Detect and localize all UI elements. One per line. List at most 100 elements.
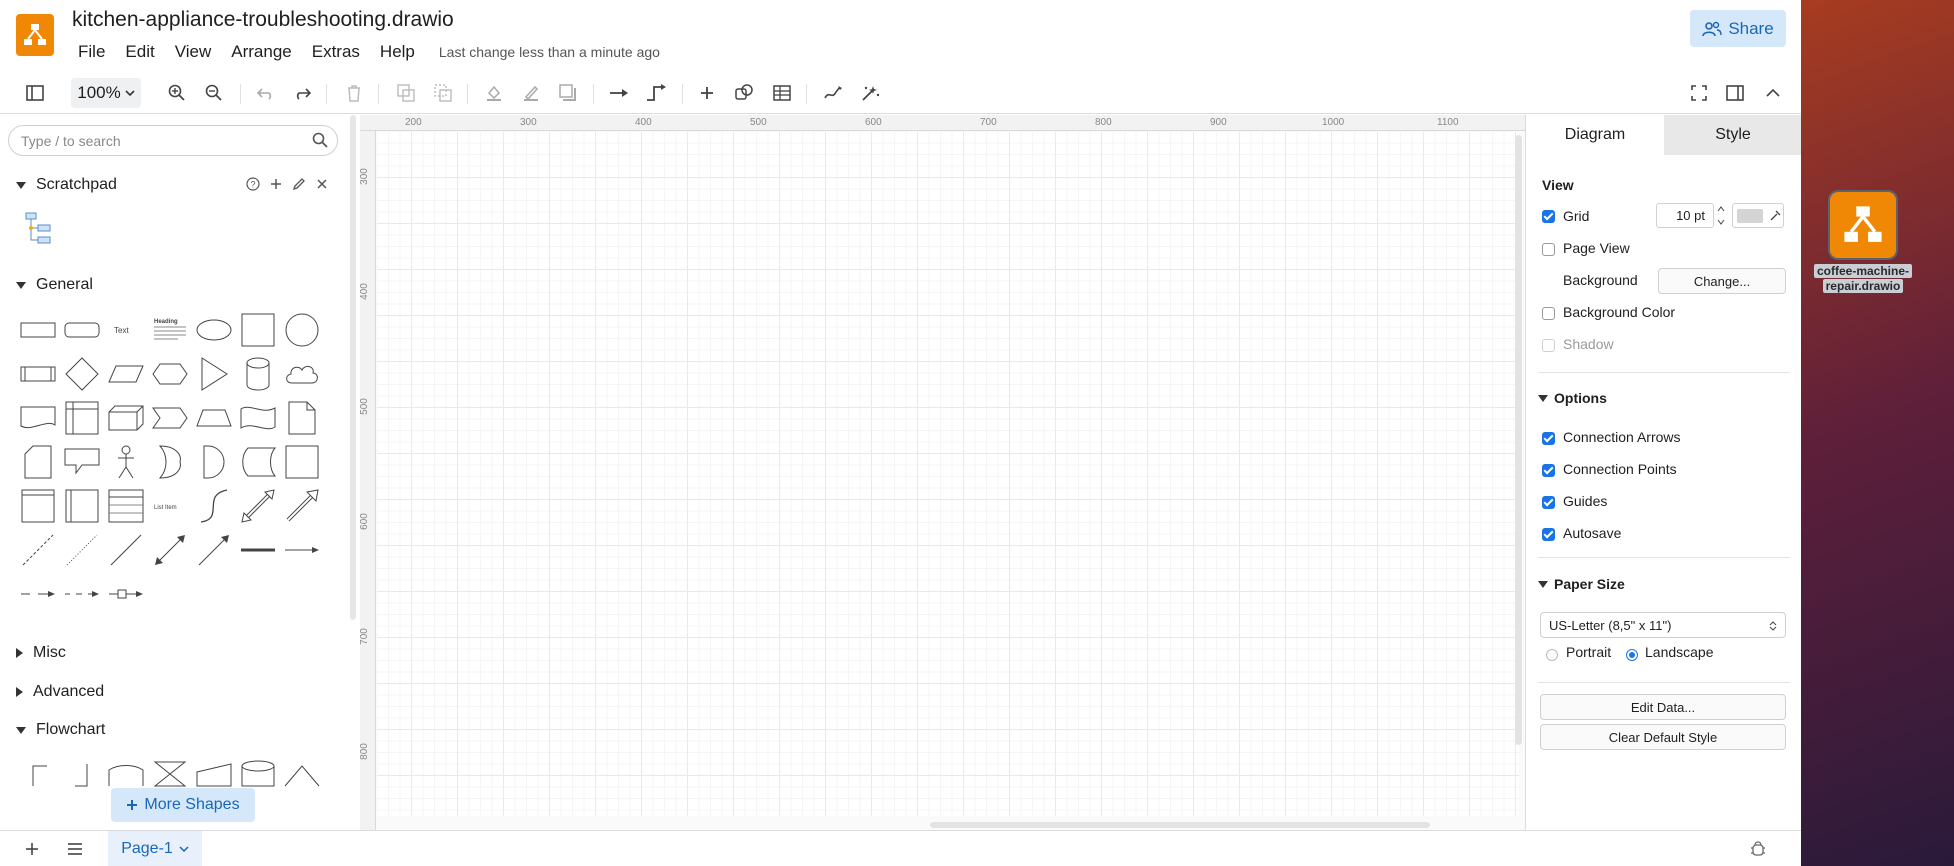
zoom-dropdown[interactable]: 100%	[71, 78, 141, 108]
more-shapes-button[interactable]: More Shapes	[111, 788, 255, 822]
waypoints-icon[interactable]	[643, 80, 669, 106]
shape-diamond[interactable]	[62, 354, 102, 394]
connection-points-checkbox[interactable]	[1542, 464, 1555, 477]
menu-view[interactable]: View	[175, 42, 212, 62]
shape-annotation-2[interactable]	[62, 753, 102, 793]
shape-cube[interactable]	[106, 398, 146, 438]
paper-size-section[interactable]: Paper Size	[1538, 576, 1625, 592]
menu-edit[interactable]: Edit	[125, 42, 154, 62]
bug-report-icon[interactable]	[1750, 840, 1766, 863]
drawing-grid[interactable]	[377, 132, 1519, 816]
section-flowchart[interactable]: Flowchart	[16, 721, 105, 739]
menu-help[interactable]: Help	[380, 42, 415, 62]
search-icon[interactable]	[312, 132, 328, 153]
shape-actor[interactable]	[106, 442, 146, 482]
shape-arrow-connector[interactable]	[282, 530, 322, 570]
insert-icon[interactable]	[694, 80, 720, 106]
undo-icon[interactable]	[253, 80, 279, 106]
shape-arrow[interactable]	[282, 486, 322, 526]
shape-document[interactable]	[18, 398, 58, 438]
redo-icon[interactable]	[289, 80, 315, 106]
collapse-icon[interactable]	[1760, 80, 1786, 106]
canvas-horizontal-scrollbar[interactable]	[930, 822, 1430, 828]
drawio-file-icon[interactable]	[1828, 190, 1898, 260]
shape-hexagon[interactable]	[150, 354, 190, 394]
shape-cloud[interactable]	[282, 354, 322, 394]
page-tab[interactable]: Page-1	[108, 831, 202, 866]
pages-menu-icon[interactable]	[67, 842, 83, 861]
shape-and[interactable]	[194, 442, 234, 482]
shape-text[interactable]: Text	[106, 310, 146, 350]
menu-arrange[interactable]: Arrange	[231, 42, 291, 62]
grid-color-swatch[interactable]	[1732, 203, 1784, 228]
shape-process[interactable]	[18, 354, 58, 394]
document-title[interactable]: kitchen-appliance-troubleshooting.drawio	[72, 8, 454, 32]
section-general[interactable]: General	[16, 276, 93, 294]
change-background-button[interactable]: Change...	[1658, 268, 1786, 294]
edit-icon[interactable]	[292, 177, 306, 191]
shape-step[interactable]	[150, 398, 190, 438]
autosave-checkbox[interactable]	[1542, 528, 1555, 541]
shape-circle[interactable]	[282, 310, 322, 350]
shape-dashed-line[interactable]	[18, 530, 58, 570]
share-button[interactable]: Share	[1690, 10, 1786, 47]
shape-rectangle[interactable]	[18, 310, 58, 350]
close-icon[interactable]	[315, 177, 329, 191]
search-input[interactable]: Type / to search	[8, 125, 338, 156]
shapes-icon[interactable]	[731, 80, 757, 106]
shape-textbox[interactable]: Heading	[150, 310, 190, 350]
shape-note[interactable]	[282, 398, 322, 438]
paper-size-select[interactable]: US-Letter (8,5" x 11")	[1540, 612, 1786, 638]
shape-callout[interactable]	[62, 442, 102, 482]
shape-triangle[interactable]	[194, 354, 234, 394]
tab-style[interactable]: Style	[1664, 115, 1801, 155]
sidebar-toggle-icon[interactable]	[22, 80, 48, 106]
line-color-icon[interactable]	[518, 80, 544, 106]
landscape-radio[interactable]	[1626, 649, 1638, 661]
help-icon[interactable]: ?	[246, 177, 260, 191]
shape-card[interactable]	[18, 442, 58, 482]
shape-bidirectional-arrow[interactable]	[238, 486, 278, 526]
section-advanced[interactable]: Advanced	[16, 683, 104, 701]
sidebar-scrollbar[interactable]	[350, 115, 356, 620]
background-color-checkbox[interactable]	[1542, 307, 1555, 320]
section-misc[interactable]: Misc	[16, 644, 66, 662]
desktop-file-label[interactable]: coffee-machine- repair.drawio	[1808, 264, 1918, 294]
shape-trapezoid[interactable]	[194, 398, 234, 438]
shape-rounded-rectangle[interactable]	[62, 310, 102, 350]
menu-file[interactable]: File	[78, 42, 105, 62]
guides-checkbox[interactable]	[1542, 496, 1555, 509]
table-icon[interactable]	[769, 80, 795, 106]
fullscreen-icon[interactable]	[1686, 80, 1712, 106]
shape-list[interactable]	[106, 486, 146, 526]
shadow-icon[interactable]	[555, 80, 581, 106]
shape-cylinder[interactable]	[238, 354, 278, 394]
shape-data-storage[interactable]	[238, 442, 278, 482]
ai-generate-icon[interactable]	[857, 80, 883, 106]
grid-size-input[interactable]: 10 pt	[1656, 203, 1714, 228]
shape-preparation[interactable]	[282, 753, 322, 793]
connection-icon[interactable]	[606, 80, 632, 106]
shape-bidirectional-connector[interactable]	[150, 530, 190, 570]
add-icon[interactable]	[269, 177, 283, 191]
delete-icon[interactable]	[341, 80, 367, 106]
shape-labeled-connector[interactable]	[18, 574, 58, 614]
shape-horizontal-container[interactable]	[62, 486, 102, 526]
shape-dotted-line[interactable]	[62, 530, 102, 570]
shape-card-flow[interactable]	[106, 753, 146, 793]
shape-thick-line[interactable]	[238, 530, 278, 570]
shape-parallelogram[interactable]	[106, 354, 146, 394]
shape-square[interactable]	[238, 310, 278, 350]
shape-internal-storage[interactable]	[62, 398, 102, 438]
shape-ellipse[interactable]	[194, 310, 234, 350]
menu-extras[interactable]: Extras	[312, 42, 360, 62]
shape-database[interactable]	[238, 753, 278, 793]
shape-curve[interactable]	[194, 486, 234, 526]
section-scratchpad[interactable]: Scratchpad	[16, 176, 117, 194]
shape-annotation[interactable]	[18, 753, 58, 793]
format-panel-icon[interactable]	[1722, 80, 1748, 106]
tab-diagram[interactable]: Diagram	[1526, 115, 1664, 155]
canvas-vertical-scrollbar[interactable]	[1515, 135, 1522, 745]
shape-tape[interactable]	[238, 398, 278, 438]
diagram-canvas[interactable]: 200 300 400 500 600 700 800 900 1000 110…	[360, 115, 1525, 830]
